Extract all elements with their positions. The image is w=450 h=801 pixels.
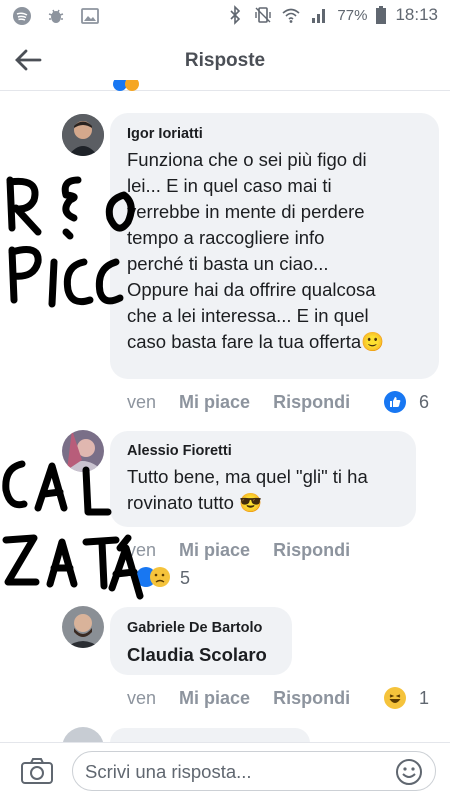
reaction-icons xyxy=(136,567,170,587)
reaction-icons xyxy=(113,80,139,91)
haha-reaction-icon xyxy=(384,687,406,709)
like-button[interactable]: Mi piace xyxy=(179,540,250,560)
scribble-stroke xyxy=(6,176,42,236)
reaction-count[interactable]: 6 xyxy=(419,392,429,413)
comment-meta: ven Mi piace Rispondi xyxy=(127,688,350,709)
reply-button[interactable]: Rispondi xyxy=(273,392,350,412)
avatar-image xyxy=(62,114,104,156)
vibrate-icon xyxy=(255,7,272,23)
comment-line: Tutto bene, ma quel "gli" ti ha xyxy=(127,466,368,487)
bug-icon xyxy=(48,9,64,23)
scribble-stroke xyxy=(34,462,68,512)
comment-time: ven xyxy=(127,688,157,708)
reaction-count[interactable]: 1 xyxy=(419,688,429,709)
reply-button[interactable]: Rispondi xyxy=(273,688,350,708)
header: Risposte xyxy=(0,32,450,91)
signal-icon xyxy=(312,9,326,23)
comment-author[interactable]: Gabriele De Bartolo xyxy=(127,620,262,636)
avatar[interactable] xyxy=(62,114,104,156)
comment-author[interactable]: Alessio Fioretti xyxy=(127,443,232,459)
scribble-stroke xyxy=(2,534,40,586)
scribble-stroke xyxy=(2,460,28,509)
avatar-image xyxy=(62,430,104,472)
comment-line: lei... E in quel caso mai ti xyxy=(127,175,332,196)
comment-meta: ven Mi piace Rispondi xyxy=(127,392,350,413)
battery-percent: 77% xyxy=(337,6,368,24)
comment-time: ven xyxy=(127,540,157,560)
reply-placeholder: Scrivi una risposta... xyxy=(85,761,252,782)
comment-line: che a lei interessa... E in quel xyxy=(127,305,369,326)
status-bar: 77% 18:13 xyxy=(0,0,450,32)
avatar[interactable] xyxy=(62,430,104,472)
scribble-stroke xyxy=(82,536,120,590)
tagged-user-link[interactable]: Claudia Scolaro xyxy=(127,642,267,668)
wifi-icon xyxy=(282,8,300,23)
scribble-stroke xyxy=(63,258,94,306)
bluetooth-icon xyxy=(230,5,241,25)
comment-line: tempo a raccogliere info xyxy=(127,227,325,248)
like-button[interactable]: Mi piace xyxy=(179,392,250,412)
reply-button[interactable]: Rispondi xyxy=(273,540,350,560)
comment-line: perché ti basta un ciao... xyxy=(127,253,329,274)
comment-author[interactable]: Igor Ioriatti xyxy=(127,126,203,142)
scribble-stroke xyxy=(8,246,42,304)
reaction-count[interactable]: 5 xyxy=(180,568,190,589)
scribble-stroke xyxy=(48,258,58,308)
scribble-stroke xyxy=(61,176,82,240)
comment-line: rovinato tutto 😎 xyxy=(127,492,263,513)
clock: 18:13 xyxy=(395,5,438,24)
comment-line: caso basta fare la tua offerta🙂 xyxy=(127,331,385,352)
avatar[interactable] xyxy=(62,606,104,648)
avatar-image xyxy=(62,606,104,648)
comment-time: ven xyxy=(127,392,157,412)
scribble-stroke xyxy=(46,538,78,588)
like-reaction-icon xyxy=(384,391,406,413)
comment-line: verrebbe in mente di perdere xyxy=(127,201,365,222)
spotify-icon xyxy=(13,7,31,25)
page-title: Risposte xyxy=(184,50,266,71)
image-icon xyxy=(81,8,99,24)
comment-text: Funziona che o sei più figo di lei... E … xyxy=(127,147,384,355)
like-button[interactable]: Mi piace xyxy=(179,688,250,708)
emoji-icon[interactable] xyxy=(395,758,423,786)
reply-composer: Scrivi una risposta... xyxy=(0,742,450,801)
comment-line: Funziona che o sei più figo di xyxy=(127,149,367,170)
camera-icon[interactable] xyxy=(20,757,54,785)
comment-line: Oppure hai da offrire qualcosa xyxy=(127,279,376,300)
scribble-stroke xyxy=(82,466,112,516)
reply-input[interactable]: Scrivi una risposta... xyxy=(72,751,436,791)
comment-text: Tutto bene, ma quel "gli" ti ha rovinato… xyxy=(127,464,368,516)
comment-meta: ven Mi piace Rispondi xyxy=(127,540,350,561)
battery-icon xyxy=(376,6,387,24)
